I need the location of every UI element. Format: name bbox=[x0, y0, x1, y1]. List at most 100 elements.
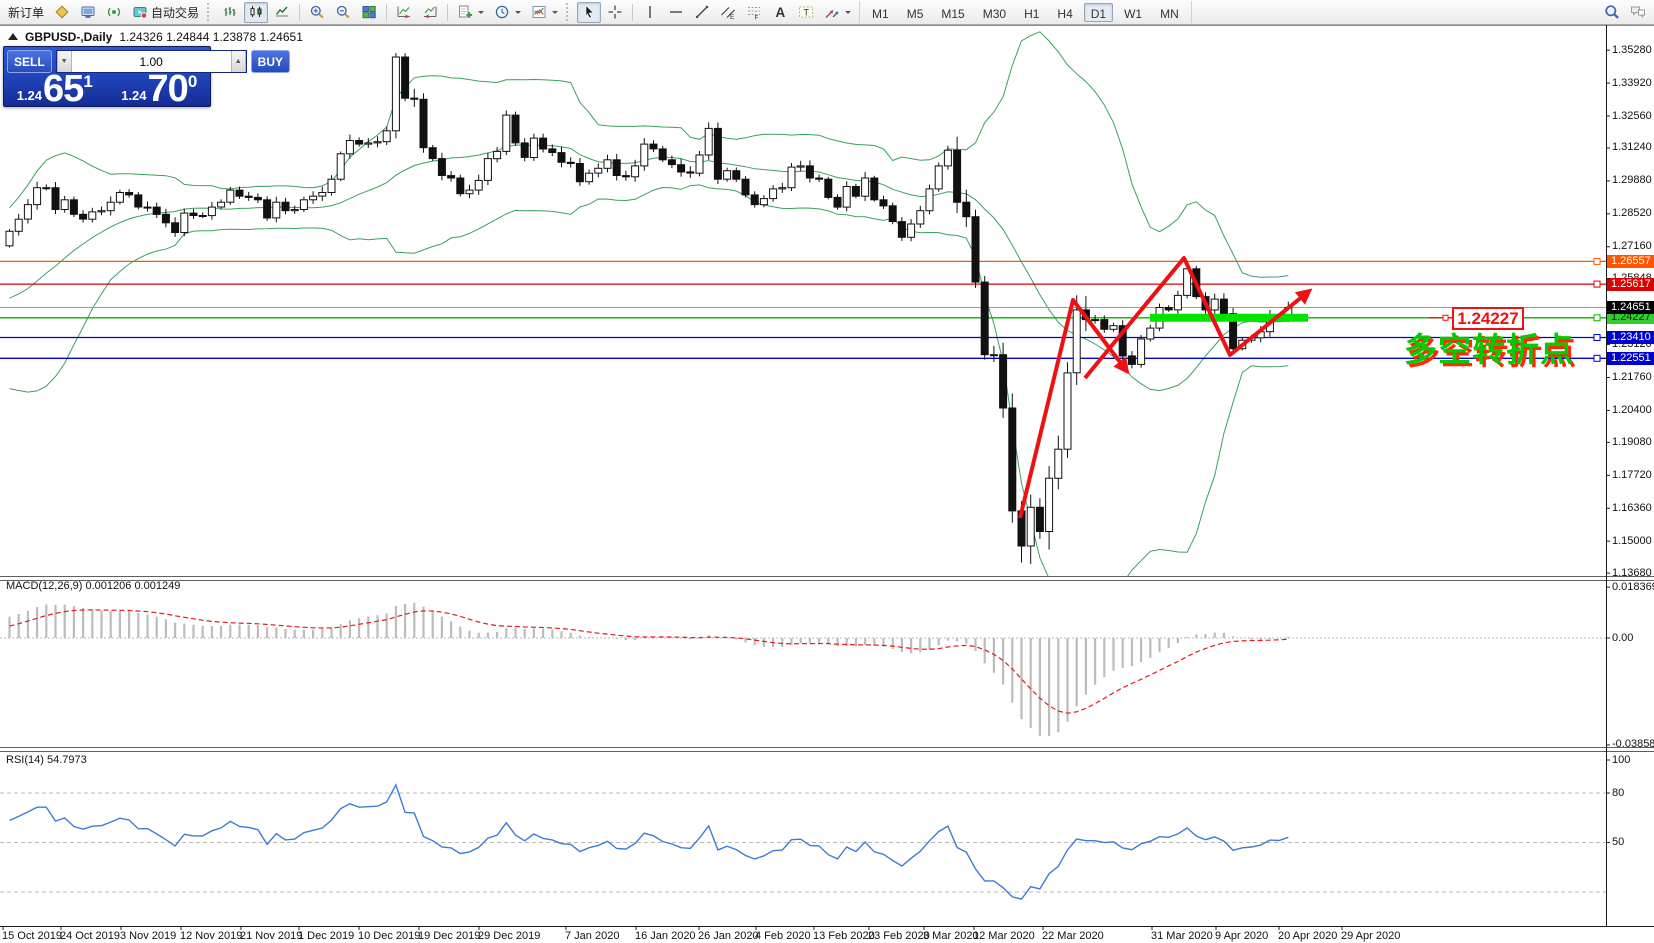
toolbar: 新订单 自动交易 E F AT M1M5M15 M30H1H4 D1W1MN bbox=[0, 0, 1654, 25]
candle-body bbox=[843, 187, 850, 208]
candle-body bbox=[107, 202, 114, 211]
price-tag-anchor-handle[interactable] bbox=[1443, 315, 1448, 320]
line-chart-button[interactable] bbox=[270, 2, 294, 23]
candle-body bbox=[990, 355, 997, 356]
candle-body bbox=[834, 197, 841, 207]
candle-body bbox=[622, 176, 629, 177]
candle-body bbox=[852, 187, 859, 197]
timeframe-h4[interactable]: H4 bbox=[1050, 3, 1079, 22]
candle-body bbox=[199, 216, 206, 217]
trendline-button[interactable] bbox=[690, 2, 714, 23]
zoom-in-button[interactable] bbox=[305, 2, 329, 23]
timeframe-w1[interactable]: W1 bbox=[1117, 3, 1149, 22]
periods-button[interactable] bbox=[490, 2, 525, 23]
candle-body bbox=[1110, 326, 1117, 330]
candle-body bbox=[1009, 408, 1016, 511]
buy-button[interactable]: BUY bbox=[251, 50, 290, 73]
new-chart-button[interactable] bbox=[453, 2, 488, 23]
bollinger-band-line bbox=[10, 185, 1289, 597]
candle-body bbox=[1101, 320, 1108, 330]
auto-scroll-button[interactable] bbox=[392, 2, 416, 23]
candle-body bbox=[687, 172, 694, 173]
candlestick-chart-button[interactable] bbox=[244, 2, 268, 23]
candle-body bbox=[889, 206, 896, 222]
candle-body bbox=[135, 195, 142, 207]
bollinger-band-line bbox=[10, 145, 1289, 391]
chat-button[interactable] bbox=[1626, 2, 1650, 23]
timeframe-m30[interactable]: M30 bbox=[976, 3, 1013, 22]
one-click-trading-panel: SELL ▼ ▲ BUY 1.24 65 1 1.24 70 0 bbox=[3, 46, 211, 107]
macd-pane[interactable] bbox=[0, 603, 1606, 736]
candle-body bbox=[1211, 299, 1218, 310]
candle-body bbox=[972, 217, 979, 282]
cursor-button[interactable] bbox=[577, 2, 601, 23]
arrows-button[interactable] bbox=[820, 2, 855, 23]
fibo-icon: F bbox=[746, 4, 762, 20]
sell-price[interactable]: 1.24 65 1 bbox=[7, 76, 103, 105]
search-button[interactable] bbox=[1600, 2, 1624, 23]
hline-handle[interactable] bbox=[1594, 258, 1600, 264]
candle-body bbox=[70, 200, 77, 215]
chart-canvas[interactable] bbox=[0, 0, 1654, 943]
autoscroll-icon bbox=[396, 4, 412, 20]
price-tag-annotation[interactable]: 1.24227 bbox=[1452, 307, 1524, 330]
timeframe-mn[interactable]: MN bbox=[1153, 3, 1186, 22]
channel-button[interactable]: E bbox=[716, 2, 740, 23]
timeframe-d1[interactable]: D1 bbox=[1084, 3, 1113, 22]
candle-body bbox=[678, 165, 685, 172]
timeframe-m1[interactable]: M1 bbox=[865, 3, 896, 22]
signals-button[interactable] bbox=[102, 2, 126, 23]
candle-body bbox=[595, 168, 602, 173]
candle-body bbox=[503, 115, 510, 151]
horizontal-line-button[interactable] bbox=[664, 2, 688, 23]
rsi-pane[interactable] bbox=[0, 785, 1606, 899]
hline-handle[interactable] bbox=[1594, 315, 1600, 321]
open-chart-button[interactable] bbox=[50, 2, 74, 23]
main-pane[interactable] bbox=[0, 32, 1606, 597]
candle-body bbox=[208, 207, 215, 216]
hline-handle[interactable] bbox=[1594, 355, 1600, 361]
candle-body bbox=[797, 166, 804, 167]
candle-body bbox=[15, 219, 22, 231]
candle-body bbox=[494, 151, 501, 158]
autotrading-button[interactable]: 自动交易 bbox=[128, 2, 203, 23]
text-button[interactable]: A bbox=[768, 2, 792, 23]
candle-body bbox=[98, 211, 105, 212]
tile-windows-button[interactable] bbox=[357, 2, 381, 23]
fibonacci-button[interactable]: F bbox=[742, 2, 766, 23]
buy-price[interactable]: 1.24 70 0 bbox=[112, 76, 208, 105]
templates-button[interactable] bbox=[527, 2, 562, 23]
crosshair-button[interactable] bbox=[603, 2, 627, 23]
clock-icon bbox=[494, 4, 510, 20]
candle-body bbox=[273, 202, 280, 218]
timeframe-h1[interactable]: H1 bbox=[1017, 3, 1046, 22]
hline-handle[interactable] bbox=[1594, 335, 1600, 341]
timeframe-group: M1M5M15 M30H1H4 D1W1MN bbox=[859, 1, 1192, 23]
autotrade-icon bbox=[132, 4, 148, 20]
candle-body bbox=[733, 171, 740, 180]
tiles-icon bbox=[361, 4, 377, 20]
candle-body bbox=[1165, 308, 1172, 310]
timeframe-m5[interactable]: M5 bbox=[900, 3, 931, 22]
timeframe-m15[interactable]: M15 bbox=[934, 3, 971, 22]
new-order-button[interactable]: 新订单 bbox=[4, 2, 48, 23]
hline-handle[interactable] bbox=[1594, 281, 1600, 287]
hline-icon bbox=[668, 4, 684, 20]
svg-text:F: F bbox=[755, 15, 759, 21]
candle-body bbox=[24, 205, 31, 220]
bar-chart-button[interactable] bbox=[218, 2, 242, 23]
toolbar-separator bbox=[566, 3, 571, 21]
text-label-button[interactable]: T bbox=[794, 2, 818, 23]
crosshair-icon bbox=[607, 4, 623, 20]
volume-increase-button[interactable]: ▲ bbox=[231, 51, 246, 72]
candle-body bbox=[705, 128, 712, 155]
autotrading-button-label: 自动交易 bbox=[151, 4, 199, 21]
chart-shift-button[interactable] bbox=[418, 2, 442, 23]
candle-body bbox=[411, 98, 418, 99]
metaeditor-button[interactable] bbox=[76, 2, 100, 23]
candle-body bbox=[1055, 449, 1062, 478]
turning-point-annotation: 多空转折点 bbox=[1404, 333, 1574, 366]
panel-collapse-arrow-icon[interactable] bbox=[8, 28, 18, 40]
vertical-line-button[interactable] bbox=[638, 2, 662, 23]
zoom-out-button[interactable] bbox=[331, 2, 355, 23]
